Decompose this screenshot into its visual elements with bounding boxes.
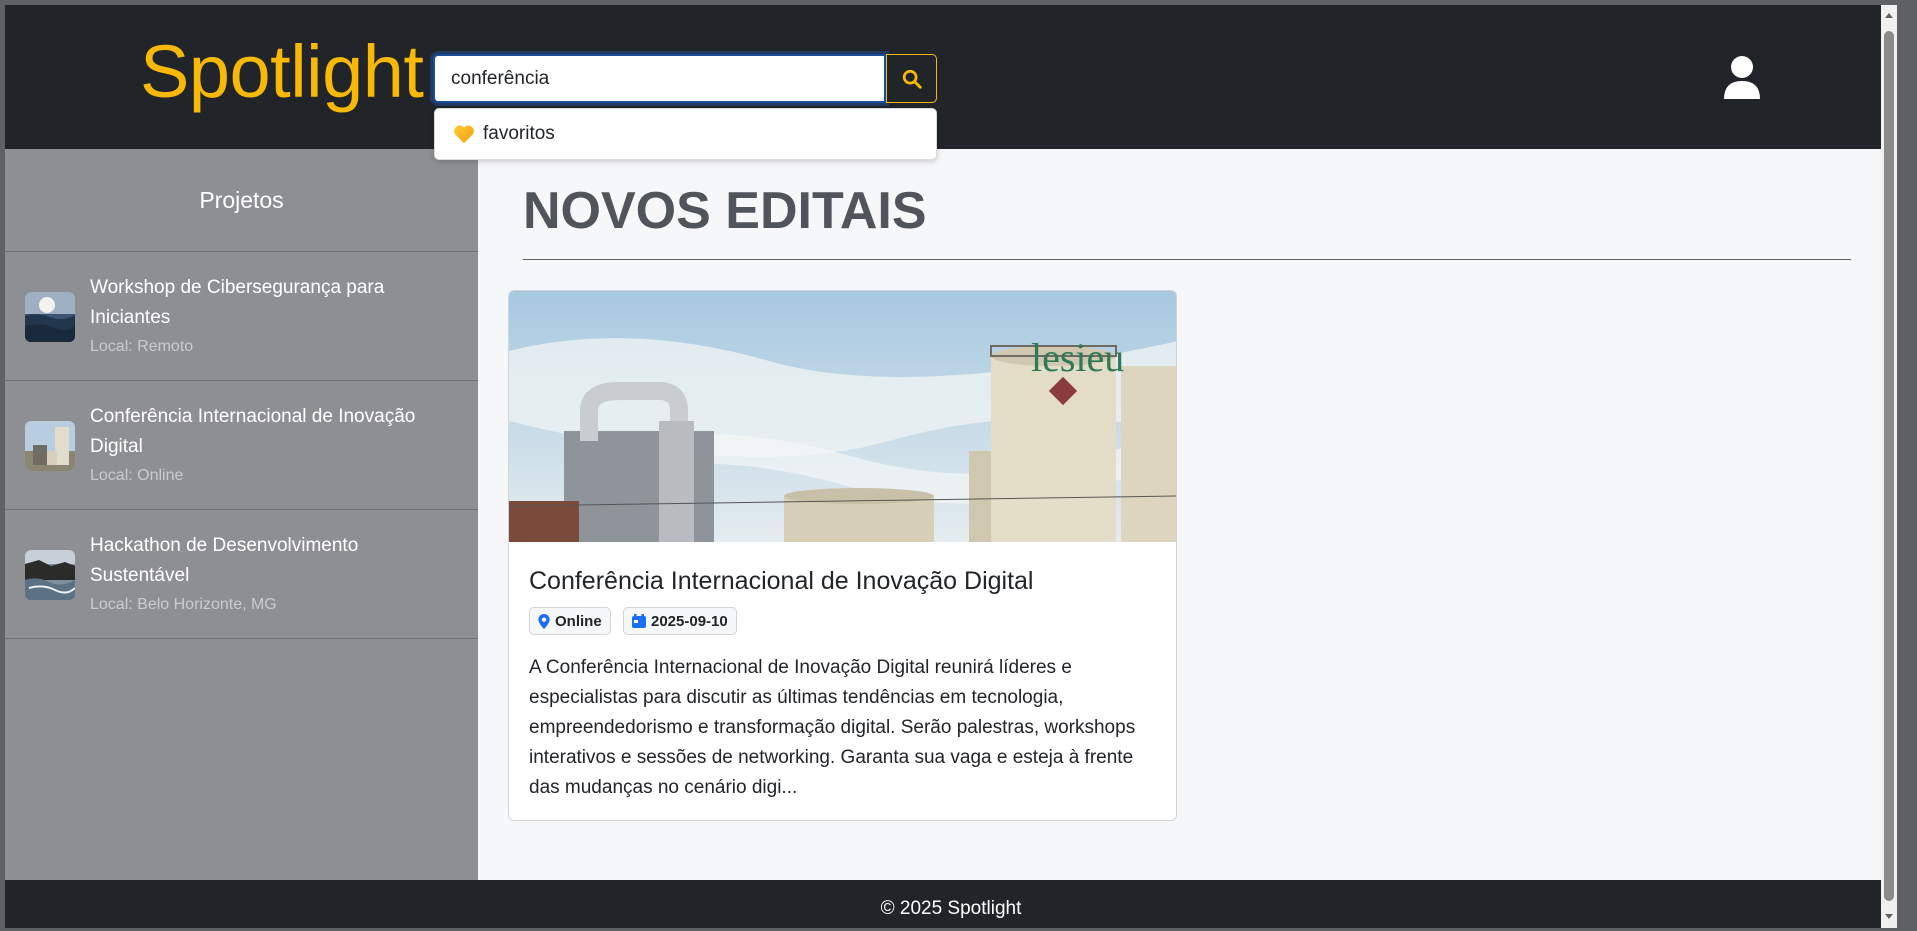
location-text: Online [555,612,602,630]
card-image-sign: lesieu [1031,335,1124,380]
project-thumbnail [25,292,75,342]
map-pin-icon [538,613,550,629]
search-suggestion-favoritos[interactable]: favoritos [434,108,937,160]
project-location: Local: Remoto [90,338,194,355]
project-location: Local: Belo Horizonte, MG [90,596,277,613]
page-title: NOVOS EDITAIS [523,182,927,240]
location-badge: Online [529,607,611,635]
project-location: Local: Online [90,467,184,484]
date-text: 2025-09-10 [651,612,728,630]
scroll-up-icon[interactable] [1884,11,1894,21]
footer-text: © 2025 Spotlight [880,898,1022,919]
title-divider [523,259,1851,260]
project-name: Conferência Internacional de Inovação Di… [90,406,416,457]
search-icon [902,69,922,89]
project-name: Hackathon de Desenvolvimento Sustentável [90,535,359,586]
scroll-down-icon[interactable] [1884,911,1894,921]
project-name: Workshop de Cibersegurança para Iniciant… [90,277,385,328]
search-button[interactable] [886,54,937,103]
footer: © 2025 Spotlight [5,880,1897,928]
page-scrollbar[interactable] [1881,5,1897,928]
calendar-icon [632,614,646,628]
header: Spotlight [5,5,1897,149]
project-thumbnail [25,550,75,600]
project-thumbnail [25,421,75,471]
scrollbar-thumb[interactable] [1884,31,1894,901]
heart-icon [454,125,474,144]
search-input[interactable] [433,54,886,103]
brand-logo[interactable]: Spotlight [140,35,424,109]
sidebar-item-conferencia[interactable]: Conferência Internacional de Inovação Di… [5,381,478,510]
card-description: A Conferência Internacional de Inovação … [529,657,1136,798]
sidebar: Projetos Workshop de Cibersegurança para… [5,149,478,880]
sidebar-item-hackathon[interactable]: Hackathon de Desenvolvimento Sustentável… [5,510,478,639]
browser-window: Spotlight conferência favoritos Projetos… [5,5,1897,928]
card-title[interactable]: Conferência Internacional de Inovação Di… [529,567,1033,596]
sidebar-title: Projetos [5,149,478,252]
sidebar-item-workshop[interactable]: Workshop de Cibersegurança para Iniciant… [5,252,478,381]
suggestion-label: favoritos [483,123,555,144]
date-badge: 2025-09-10 [623,607,737,635]
card-image: lesieu [509,291,1176,542]
user-icon[interactable] [1722,55,1762,104]
edital-card[interactable]: lesieu Conferência Internacional de Inov… [508,290,1177,821]
